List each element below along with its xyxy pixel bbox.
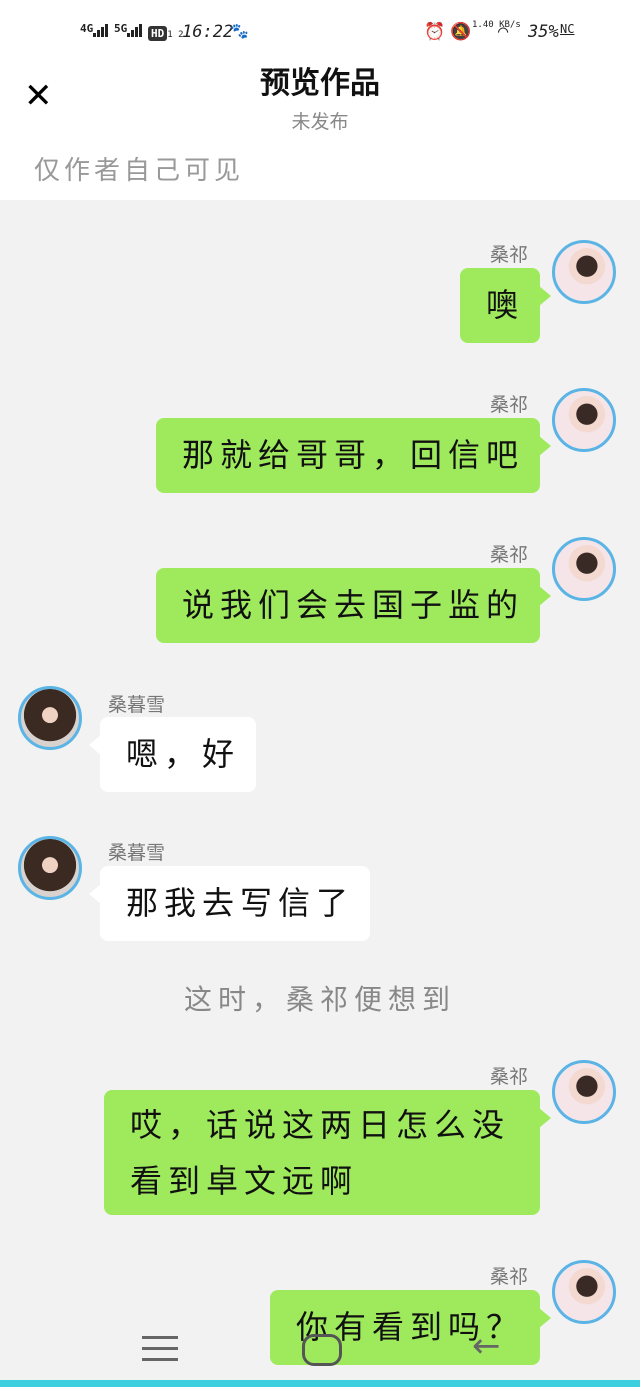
sender-name: 桑祁 (490, 244, 529, 266)
visibility-note: 仅作者自己可见 (34, 156, 245, 186)
back-icon[interactable]: ← (472, 1326, 501, 1366)
avatar[interactable] (18, 836, 82, 900)
narration-text: 这时，桑祁便想到 (183, 983, 456, 1016)
avatar[interactable] (552, 388, 616, 452)
message-bubble[interactable]: 噢 (460, 268, 551, 343)
menu-icon[interactable] (142, 1336, 178, 1369)
alarm-icon: ⏰ (424, 22, 446, 42)
avatar[interactable] (552, 240, 616, 304)
message-line: 看到卓文远啊 (130, 1162, 359, 1200)
avatar[interactable] (18, 686, 82, 750)
mute-icon: 🔕 (450, 22, 472, 42)
message-bubble[interactable]: 说我们会去国子监的 (156, 568, 551, 643)
net-speed: 1.40 KB/s (472, 20, 521, 30)
message-line: 哎，话说这两日怎么没 (130, 1106, 511, 1144)
wifi-icon: ◠ (498, 22, 509, 42)
bottom-accent-bar (0, 1380, 640, 1387)
clock: 16:22 (182, 22, 234, 42)
battery-level: 35% (528, 22, 559, 42)
home-icon[interactable] (302, 1334, 342, 1366)
message-bubble[interactable]: 那就给哥哥，回信吧 (156, 418, 551, 493)
nfc-icon: NC (560, 22, 575, 36)
status-bar: 4G 5G HD 1 2 16:22 🐾 ⏰ 🔕 1.40 KB/s ◠ 35% … (0, 18, 640, 52)
sender-name: 桑祁 (490, 1266, 529, 1288)
publish-status: 未发布 (291, 111, 349, 133)
page-title: 预览作品 (260, 66, 380, 101)
message-bubble[interactable]: 嗯，好 (89, 717, 256, 792)
signal-icon-2: 5G (114, 22, 143, 42)
hd-badge: HD 1 2 (148, 22, 184, 42)
message-bubble[interactable]: 那我去写信了 (89, 866, 370, 941)
signal-icon: 4G (80, 22, 109, 42)
sender-name: 桑祁 (490, 1066, 529, 1088)
top-bar: 4G 5G HD 1 2 16:22 🐾 ⏰ 🔕 1.40 KB/s ◠ 35% … (0, 0, 640, 200)
avatar[interactable] (552, 1260, 616, 1324)
sender-name: 桑祁 (490, 394, 529, 416)
system-nav-bar: ← (0, 1322, 640, 1380)
sender-name: 桑祁 (490, 544, 529, 566)
sender-name: 桑暮雪 (108, 842, 166, 864)
paw-icon: 🐾 (230, 22, 249, 40)
avatar[interactable] (552, 1060, 616, 1124)
sender-name: 桑暮雪 (108, 694, 166, 716)
message-bubble[interactable]: 哎，话说这两日怎么没 看到卓文远啊 (104, 1090, 551, 1215)
avatar[interactable] (552, 537, 616, 601)
